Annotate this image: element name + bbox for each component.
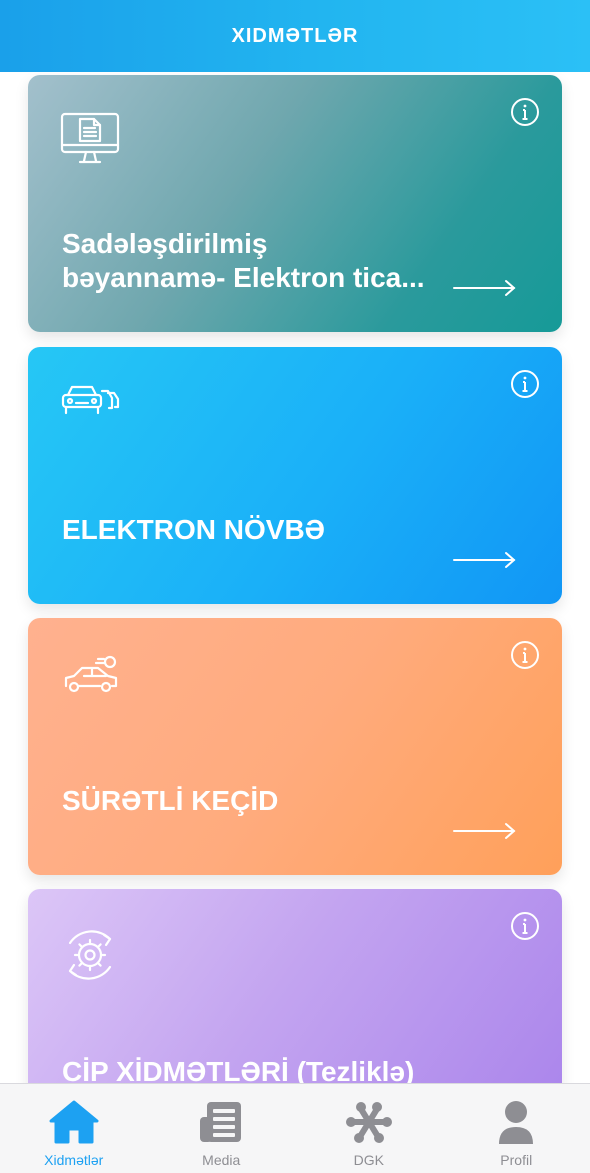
page-title: XIDMƏTLƏR bbox=[232, 25, 359, 48]
newspaper-icon bbox=[195, 1098, 247, 1146]
services-list[interactable]: Sadələşdirilmiş bəyannamə- Elektron tica… bbox=[0, 72, 590, 1083]
tab-media[interactable]: Media bbox=[148, 1084, 296, 1173]
bottom-tab-bar: Xidmətlər Media bbox=[0, 1083, 590, 1173]
info-icon[interactable] bbox=[510, 640, 540, 670]
tab-profile[interactable]: Profil bbox=[443, 1084, 590, 1173]
arrow-right-icon[interactable] bbox=[452, 278, 518, 298]
tab-label: Media bbox=[202, 1152, 240, 1168]
service-card-fast-pass[interactable]: SÜRƏTLİ KEÇİD bbox=[28, 618, 562, 875]
info-icon[interactable] bbox=[510, 369, 540, 399]
info-icon[interactable] bbox=[510, 911, 540, 941]
card-title: ELEKTRON NÖVBƏ bbox=[62, 513, 482, 547]
tab-dgk[interactable]: DGK bbox=[295, 1084, 443, 1173]
info-icon[interactable] bbox=[510, 97, 540, 127]
card-title: SÜRƏTLİ KEÇİD bbox=[62, 784, 482, 818]
monitor-document-icon bbox=[60, 111, 120, 167]
tab-services[interactable]: Xidmətlər bbox=[0, 1084, 148, 1173]
service-card-simplified-declaration[interactable]: Sadələşdirilmiş bəyannamə- Elektron tica… bbox=[28, 75, 562, 332]
home-icon bbox=[48, 1098, 100, 1146]
card-title: CİP XİDMƏTLƏRİ (Tezliklə) bbox=[62, 1055, 482, 1083]
arrow-right-icon[interactable] bbox=[452, 821, 518, 841]
user-icon bbox=[490, 1098, 542, 1146]
arrow-right-icon[interactable] bbox=[452, 550, 518, 570]
tab-label: Xidmətlər bbox=[44, 1152, 103, 1168]
tab-label: Profil bbox=[500, 1152, 532, 1168]
service-card-vip-services[interactable]: CİP XİDMƏTLƏRİ (Tezliklə) bbox=[28, 889, 562, 1083]
app-header: XIDMƏTLƏR bbox=[0, 0, 590, 72]
car-queue-icon bbox=[60, 383, 124, 423]
gear-cycle-icon bbox=[60, 925, 120, 985]
service-card-electronic-queue[interactable]: ELEKTRON NÖVBƏ bbox=[28, 347, 562, 604]
dgk-logo-icon bbox=[343, 1098, 395, 1146]
fast-car-icon bbox=[60, 654, 124, 698]
tab-label: DGK bbox=[354, 1152, 384, 1168]
card-title: Sadələşdirilmiş bəyannamə- Elektron tica… bbox=[62, 227, 482, 295]
